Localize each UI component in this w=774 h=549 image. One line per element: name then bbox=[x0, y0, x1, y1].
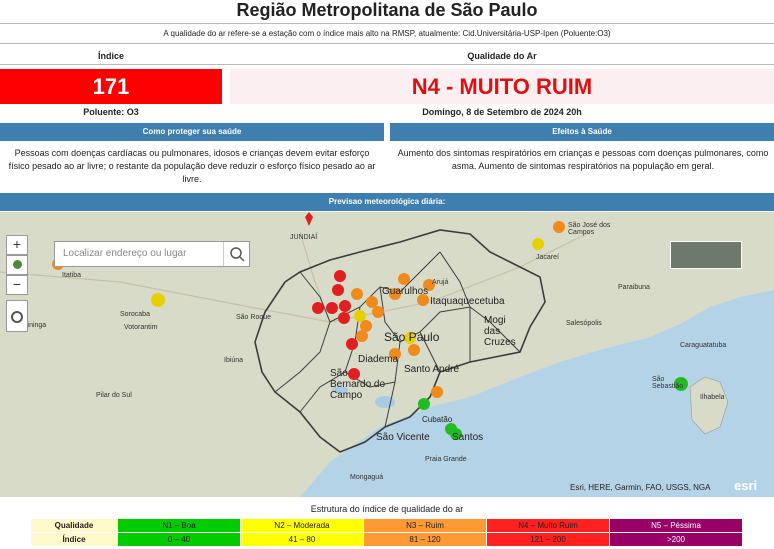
station-marker-red bbox=[332, 284, 344, 296]
quality-value: N4 - MUITO RUIM bbox=[230, 69, 774, 104]
legend-quality-row: Qualidade N1 – Boa N2 – Moderada N3 – Ru… bbox=[30, 518, 743, 533]
station-marker-red bbox=[326, 302, 338, 314]
station-marker-orange bbox=[372, 306, 384, 318]
index-value: 171 bbox=[0, 69, 222, 104]
place-mongagua: Mongaguá bbox=[350, 474, 384, 481]
zoom-in-button[interactable]: + bbox=[6, 235, 28, 255]
map-attribution: Esri, HERE, Garmin, FAO, USGS, NGA bbox=[570, 483, 711, 492]
place-sao-bernardo: São Bernardo do Campo bbox=[330, 368, 386, 401]
place-diadema: Diadema bbox=[358, 354, 399, 365]
station-marker-green bbox=[418, 398, 430, 410]
search-input[interactable]: Localizar endereço ou lugar bbox=[63, 248, 186, 259]
place-guarulhos: Guarulhos bbox=[382, 286, 429, 297]
legend-level-name: N1 – Boa bbox=[117, 518, 241, 533]
station-marker-orange bbox=[356, 330, 368, 342]
station-marker-red bbox=[338, 312, 350, 324]
highway bbox=[0, 271, 331, 323]
place-jundiai: JUNDIAÍ bbox=[290, 234, 318, 241]
place-sao-paulo: São Paulo bbox=[384, 330, 440, 344]
station-marker-orange bbox=[351, 288, 363, 300]
place-santos: Santos bbox=[452, 432, 484, 443]
place-ibiuna: Ibiúna bbox=[224, 357, 244, 364]
place-sao-sebastiao: São Sebastião bbox=[652, 376, 684, 390]
station-marker-orange bbox=[408, 344, 420, 356]
place-aruja: Arujá bbox=[432, 279, 449, 286]
search-button[interactable] bbox=[223, 242, 250, 266]
place-paraibuna: Paraibuna bbox=[618, 284, 650, 291]
station-marker-red bbox=[339, 300, 351, 312]
protect-header: Como proteger sua saúde bbox=[0, 123, 384, 141]
station-marker-orange bbox=[553, 221, 565, 233]
search-box: Localizar endereço ou lugar bbox=[54, 241, 250, 267]
divider bbox=[0, 23, 774, 24]
datetime: Domingo, 8 de Setembro de 2024 20h bbox=[422, 107, 582, 117]
effects-header: Efeitos à Saúde bbox=[390, 123, 774, 141]
protect-text: Pessoas com doenças cardíacas ou pulmona… bbox=[8, 148, 376, 184]
station-marker-yellow bbox=[532, 238, 544, 250]
place-ilhabela: Ilhabela bbox=[700, 394, 725, 401]
station-marker-orange bbox=[366, 296, 378, 308]
esri-logo: esri bbox=[734, 478, 758, 493]
legend-index-row: Índice 0 – 40 41 – 80 81 – 120 121 – 200… bbox=[30, 532, 743, 547]
place-votorantim: Votorantim bbox=[124, 324, 158, 331]
place-sao-vicente: São Vicente bbox=[376, 432, 430, 443]
locate-button[interactable] bbox=[6, 300, 28, 332]
station-marker-orange bbox=[431, 386, 443, 398]
legend-level-range: >200 bbox=[609, 532, 743, 547]
divider bbox=[0, 64, 774, 65]
station-marker-yellow bbox=[151, 293, 165, 307]
place-cubatao: Cubatão bbox=[422, 415, 453, 424]
station-note: A qualidade do ar refere-se a estação co… bbox=[163, 29, 611, 38]
forecast-header: Previsao meteorológica diária: bbox=[0, 193, 774, 211]
legend-level-name: N3 – Ruim bbox=[363, 518, 487, 533]
legend-row-label: Índice bbox=[30, 532, 118, 547]
place-itatiba: Itatiba bbox=[62, 272, 82, 279]
place-praia-grande: Praia Grande bbox=[425, 456, 467, 463]
index-label: Índice bbox=[97, 51, 124, 61]
legend-level-name: N5 – Péssima bbox=[609, 518, 743, 533]
place-sao-jose: São José dos Campos bbox=[568, 222, 611, 236]
place-mogi: Mogi das Cruzes bbox=[484, 315, 516, 348]
place-pilar-do-sul: Pilar do Sul bbox=[96, 392, 132, 399]
quality-label: Qualidade do Ar bbox=[467, 51, 537, 61]
pollutant: Poluente: O3 bbox=[83, 107, 139, 117]
legend-level-range: 121 – 200 bbox=[486, 532, 610, 547]
basemap-toggle[interactable] bbox=[670, 241, 742, 269]
legend-level-range: 0 – 40 bbox=[117, 532, 241, 547]
legend-level-name: N4 – Muito Ruim bbox=[486, 518, 610, 533]
effects-text: Aumento dos sintomas respiratórios em cr… bbox=[397, 148, 769, 171]
zoom-out-button[interactable]: − bbox=[6, 275, 28, 295]
legend-level-range: 81 – 120 bbox=[363, 532, 487, 547]
station-marker-red bbox=[346, 338, 358, 350]
legend-row-label: Qualidade bbox=[30, 518, 118, 533]
locate-icon bbox=[11, 311, 23, 323]
aqi-legend-table: Qualidade N1 – Boa N2 – Moderada N3 – Ru… bbox=[30, 518, 743, 547]
legend-level-range: 41 – 80 bbox=[240, 532, 364, 547]
station-marker-orange bbox=[398, 273, 410, 285]
place-jacarei: Jacareí bbox=[536, 254, 559, 261]
globe-icon bbox=[12, 260, 22, 269]
station-marker-red bbox=[334, 270, 346, 282]
search-icon bbox=[230, 247, 245, 262]
station-marker-red bbox=[312, 302, 324, 314]
legend-level-name: N2 – Moderada bbox=[240, 518, 364, 533]
divider bbox=[0, 43, 774, 44]
page-title: Região Metropolitana de São Paulo bbox=[236, 0, 538, 20]
station-marker-yellow bbox=[354, 310, 366, 322]
place-santo-andre: Santo André bbox=[404, 364, 460, 375]
place-itaquaquecetuba: Itaquaquecetuba bbox=[430, 296, 505, 307]
place-sorocaba: Sorocaba bbox=[120, 311, 150, 318]
legend-title: Estrutura do índice de qualidade do ar bbox=[310, 504, 464, 514]
home-button[interactable] bbox=[6, 255, 28, 275]
place-salesopolis: Salesópolis bbox=[566, 320, 602, 327]
station-marker-red bbox=[305, 212, 313, 226]
place-sao-roque: São Roque bbox=[236, 314, 272, 321]
place-caraguatatuba: Caraguatatuba bbox=[680, 342, 727, 349]
